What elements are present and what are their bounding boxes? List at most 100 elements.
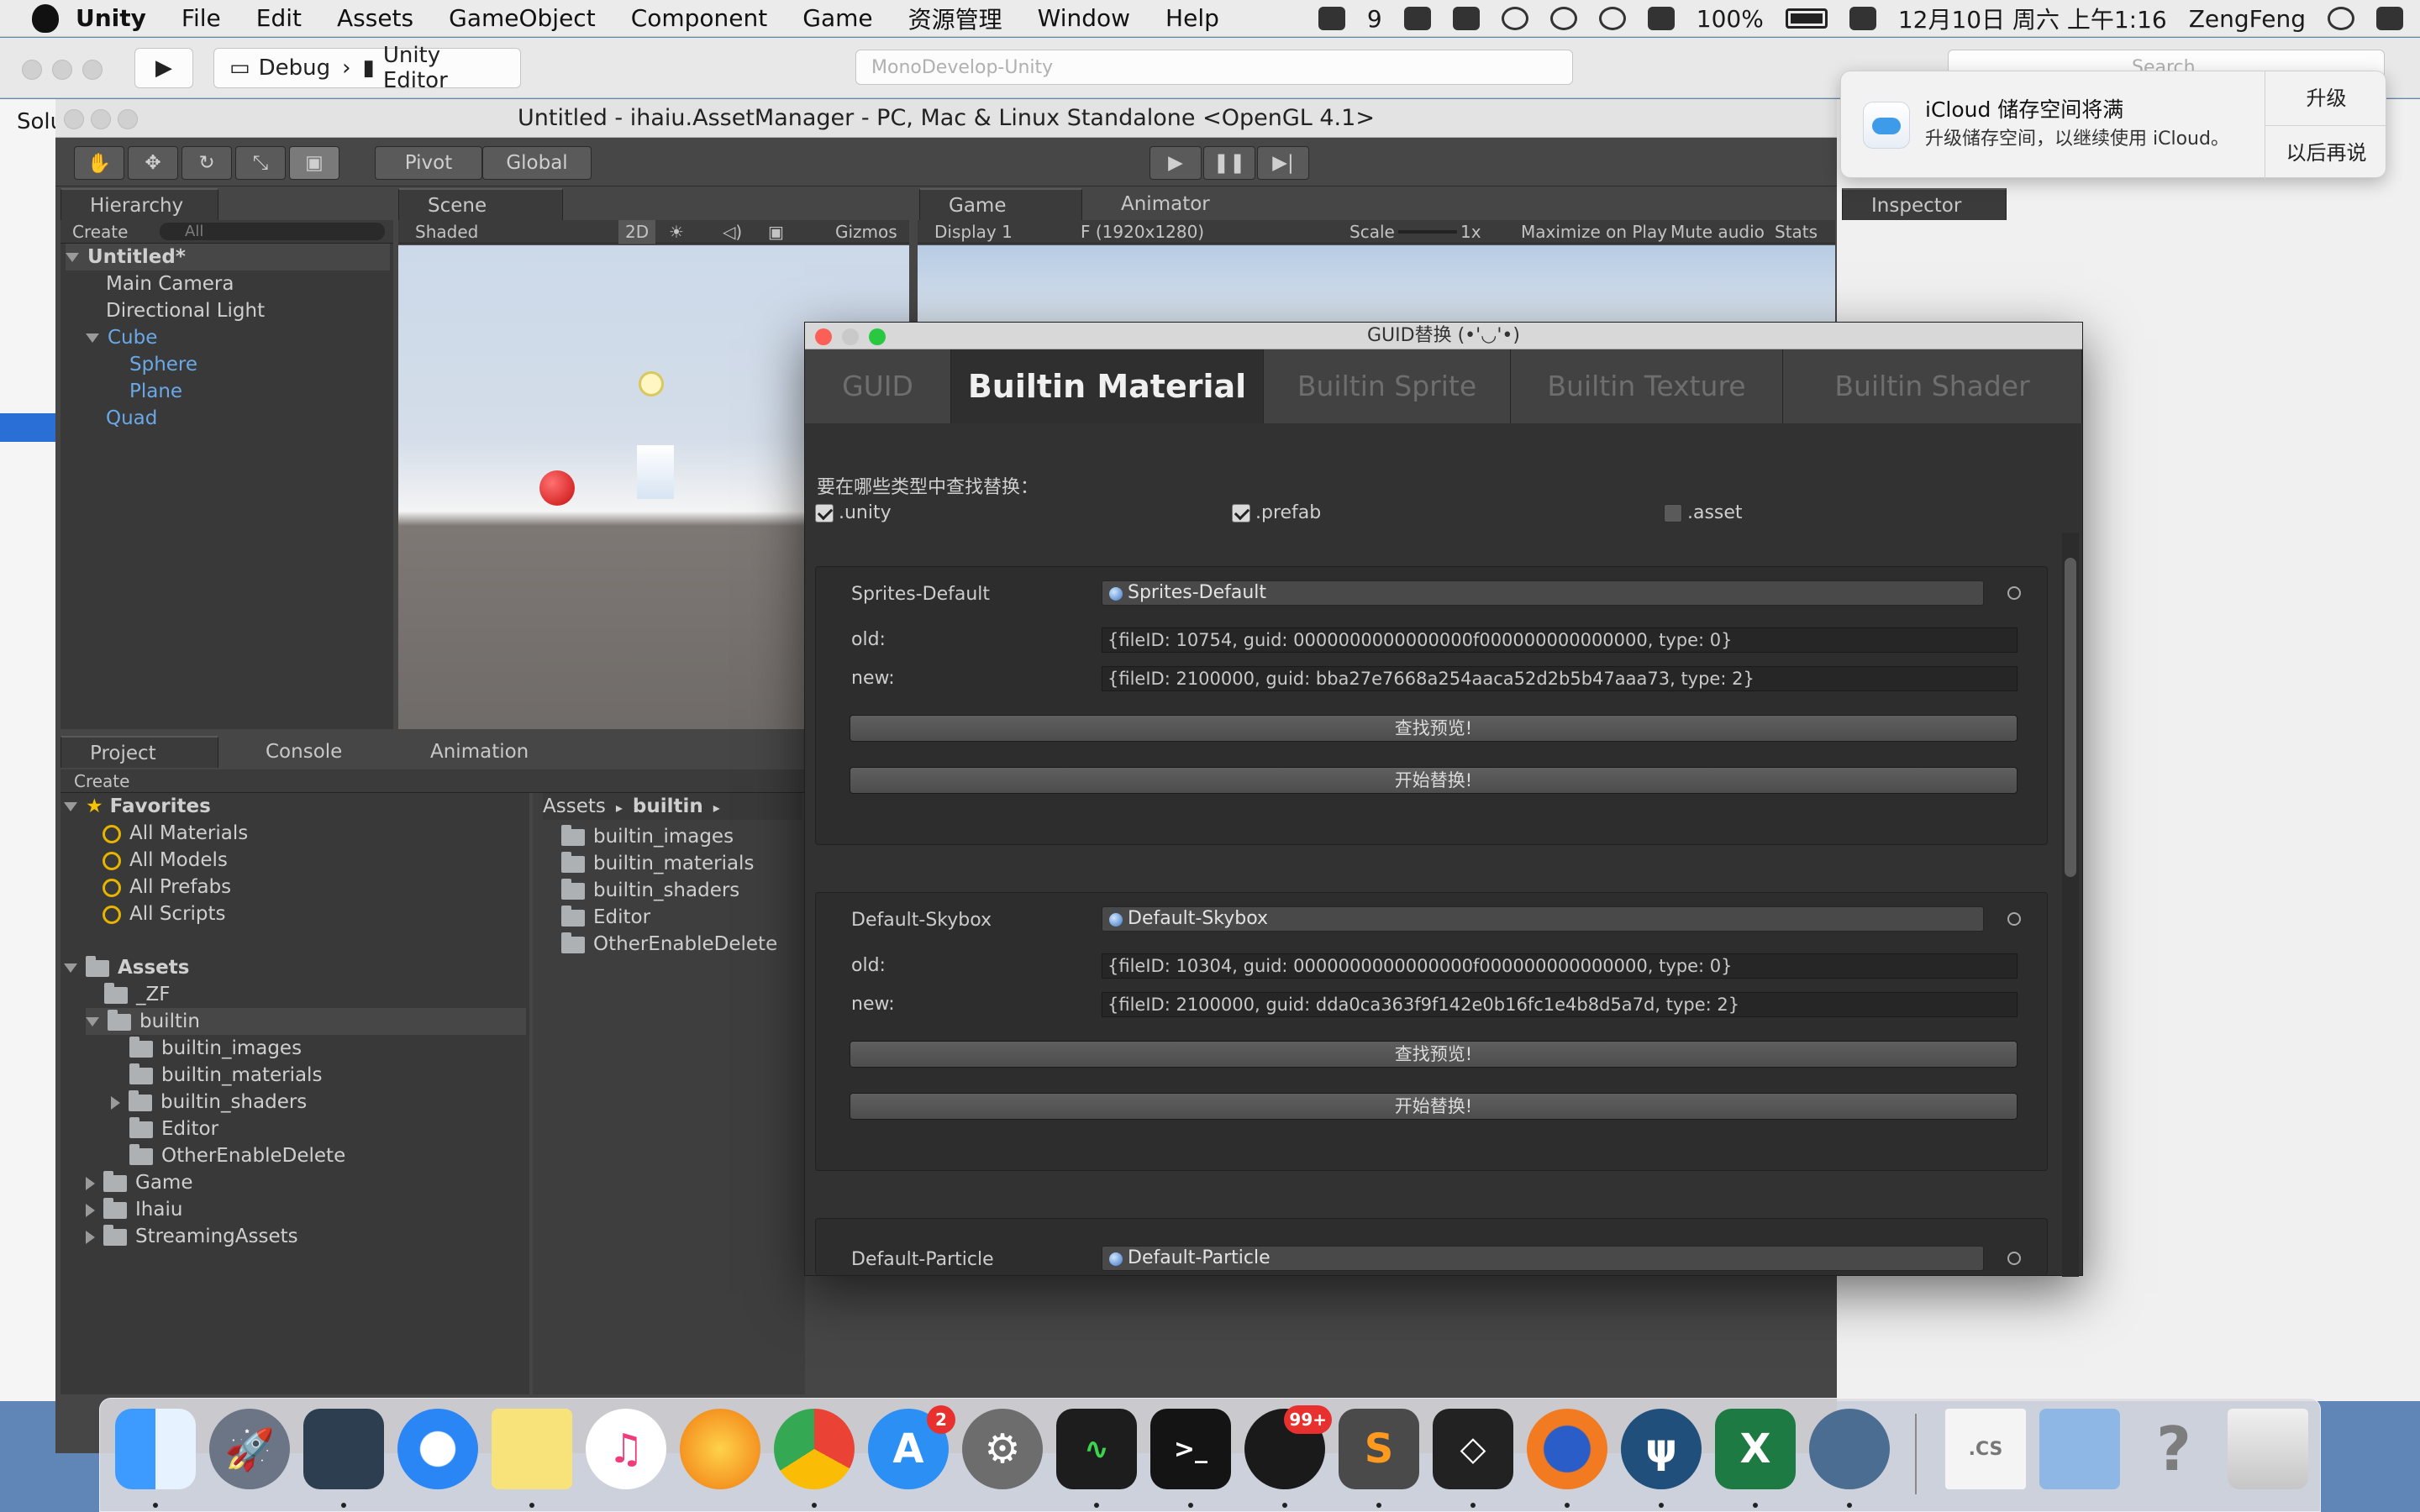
- pause-button[interactable]: ❚❚: [1203, 146, 1255, 180]
- light-gizmo-icon[interactable]: [639, 371, 664, 396]
- hierarchy-item[interactable]: Cube: [86, 324, 157, 351]
- wifi-icon[interactable]: [1598, 7, 1626, 30]
- terminal-icon[interactable]: >_: [1150, 1409, 1231, 1489]
- system-preferences-icon[interactable]: ⚙: [962, 1409, 1043, 1489]
- collapse-arrow-icon[interactable]: [86, 1203, 95, 1217]
- rect-tool-button[interactable]: ▣: [289, 146, 339, 180]
- resolution-dropdown[interactable]: F (1920x1280): [1081, 220, 1204, 244]
- collapse-arrow-icon[interactable]: [86, 1230, 95, 1244]
- type-checkbox-asset[interactable]: .asset: [1664, 502, 1743, 523]
- qq-icon[interactable]: 99+: [1244, 1405, 1332, 1489]
- volume-icon[interactable]: [1647, 7, 1675, 30]
- chrome-icon[interactable]: [774, 1409, 855, 1489]
- expand-arrow-icon[interactable]: [66, 253, 79, 262]
- collapse-arrow-icon[interactable]: [86, 1176, 95, 1190]
- accessibility-icon[interactable]: [1501, 7, 1528, 30]
- sogou-input-icon[interactable]: [1849, 7, 1876, 30]
- tab-animation[interactable]: Animation: [402, 736, 570, 768]
- favorite-item[interactable]: All Materials: [103, 820, 248, 847]
- favorite-item[interactable]: All Prefabs: [103, 874, 231, 900]
- type-checkbox-unity[interactable]: .unity: [815, 502, 892, 523]
- scrollbar-thumb[interactable]: [2065, 558, 2076, 877]
- menu-resource-manage[interactable]: 资源管理: [908, 2, 1002, 35]
- rotate-tool-button[interactable]: ↻: [182, 146, 232, 180]
- editor-close-button[interactable]: [64, 109, 84, 129]
- unity-hub-icon[interactable]: [1809, 1409, 1890, 1489]
- expand-arrow-icon[interactable]: [86, 333, 99, 343]
- folder-item[interactable]: Editor: [129, 1116, 218, 1142]
- effects-icon[interactable]: ▣: [768, 220, 784, 244]
- battery-icon[interactable]: [1785, 8, 1828, 29]
- tab-inspector[interactable]: Inspector: [1842, 188, 2007, 220]
- tab-console[interactable]: Console: [237, 736, 388, 768]
- old-guid-field[interactable]: {fileID: 10754, guid: 0000000000000000f0…: [1102, 627, 2018, 653]
- checkbox-checked-icon[interactable]: [1232, 504, 1250, 522]
- assets-row[interactable]: Assets: [64, 954, 189, 981]
- pivot-toggle[interactable]: Pivot: [375, 146, 482, 180]
- finder-icon[interactable]: [115, 1409, 196, 1489]
- notification-center-icon[interactable]: [2376, 7, 2403, 30]
- upgrade-button[interactable]: 升级: [2265, 71, 2387, 125]
- excel-icon[interactable]: X: [1715, 1409, 1796, 1489]
- favorite-item[interactable]: All Models: [103, 847, 228, 874]
- launchpad-icon[interactable]: 🚀: [209, 1409, 290, 1489]
- window-minimize-button[interactable]: [52, 60, 72, 80]
- tab-guid[interactable]: GUID: [805, 349, 951, 423]
- scale-slider[interactable]: [1398, 230, 1457, 234]
- audio-icon[interactable]: ◁): [723, 220, 742, 244]
- type-checkbox-prefab[interactable]: .prefab: [1232, 502, 1321, 523]
- display-icon[interactable]: [1403, 7, 1431, 30]
- camera-gizmo-icon[interactable]: [637, 445, 674, 499]
- object-field[interactable]: Default-Particle: [1102, 1246, 1984, 1271]
- display-dropdown[interactable]: Display 1: [934, 222, 1013, 242]
- xnview-icon[interactable]: [680, 1409, 760, 1489]
- tab-builtin-material[interactable]: Builtin Material: [951, 349, 1264, 423]
- file-item[interactable]: builtin_shaders: [561, 877, 739, 904]
- hand-tool-button[interactable]: ✋: [74, 146, 124, 180]
- editor-zoom-button[interactable]: [118, 109, 138, 129]
- qq-count[interactable]: 9: [1367, 5, 1382, 33]
- menu-gameobject[interactable]: GameObject: [449, 4, 596, 32]
- file-item[interactable]: builtin_images: [561, 823, 734, 850]
- object-picker-icon[interactable]: [2007, 586, 2021, 600]
- object-picker-icon[interactable]: [2007, 912, 2021, 926]
- menu-clock[interactable]: 12月10日 周六 上午1:16: [1898, 2, 2167, 35]
- checkbox-unchecked-icon[interactable]: [1664, 504, 1682, 522]
- collapse-arrow-icon[interactable]: [111, 1095, 120, 1110]
- menu-app-name[interactable]: Unity: [76, 4, 146, 32]
- hierarchy-search-input[interactable]: All: [160, 223, 385, 240]
- tab-builtin-shader[interactable]: Builtin Shader: [1783, 349, 2082, 423]
- notes-icon[interactable]: [492, 1409, 572, 1489]
- battery-percent[interactable]: 100%: [1697, 5, 1764, 33]
- apple-icon[interactable]: [32, 3, 59, 33]
- folder-item[interactable]: Ihaiu: [86, 1196, 182, 1223]
- app-store-icon[interactable]: A2: [868, 1405, 955, 1489]
- file-item[interactable]: OtherEnableDelete: [561, 931, 777, 958]
- later-button[interactable]: 以后再说: [2265, 125, 2387, 179]
- folder-item[interactable]: StreamingAssets: [86, 1223, 298, 1250]
- new-guid-field[interactable]: {fileID: 2100000, guid: dda0ca363f9f142e…: [1102, 992, 2018, 1017]
- shading-dropdown[interactable]: Shaded: [415, 222, 478, 242]
- new-guid-field[interactable]: {fileID: 2100000, guid: bba27e7668a254aa…: [1102, 666, 2018, 691]
- lighting-icon[interactable]: ☀: [669, 220, 684, 244]
- expand-arrow-icon[interactable]: [86, 1017, 99, 1026]
- popup-zoom-button[interactable]: [869, 328, 886, 345]
- hierarchy-item[interactable]: Plane: [129, 378, 182, 405]
- folder-item[interactable]: _ZF: [104, 981, 171, 1008]
- time-machine-icon[interactable]: [1549, 7, 1577, 30]
- replace-button[interactable]: 开始替换!: [850, 1093, 2018, 1120]
- breadcrumb-root[interactable]: Assets: [543, 795, 606, 817]
- menu-file[interactable]: File: [182, 4, 221, 32]
- editor-minimize-button[interactable]: [91, 109, 111, 129]
- menu-edit[interactable]: Edit: [256, 4, 302, 32]
- checkbox-checked-icon[interactable]: [815, 504, 834, 522]
- object-picker-icon[interactable]: [2007, 1252, 2021, 1265]
- tab-builtin-texture[interactable]: Builtin Texture: [1511, 349, 1783, 423]
- sphere-object[interactable]: [539, 470, 575, 506]
- stats-toggle[interactable]: Stats: [1775, 220, 1818, 244]
- folder-item[interactable]: OtherEnableDelete: [129, 1142, 345, 1169]
- hierarchy-create-button[interactable]: Create: [72, 222, 128, 242]
- menu-assets[interactable]: Assets: [337, 4, 413, 32]
- object-field[interactable]: Sprites-Default: [1102, 580, 1984, 606]
- gizmos-dropdown[interactable]: Gizmos: [835, 220, 897, 244]
